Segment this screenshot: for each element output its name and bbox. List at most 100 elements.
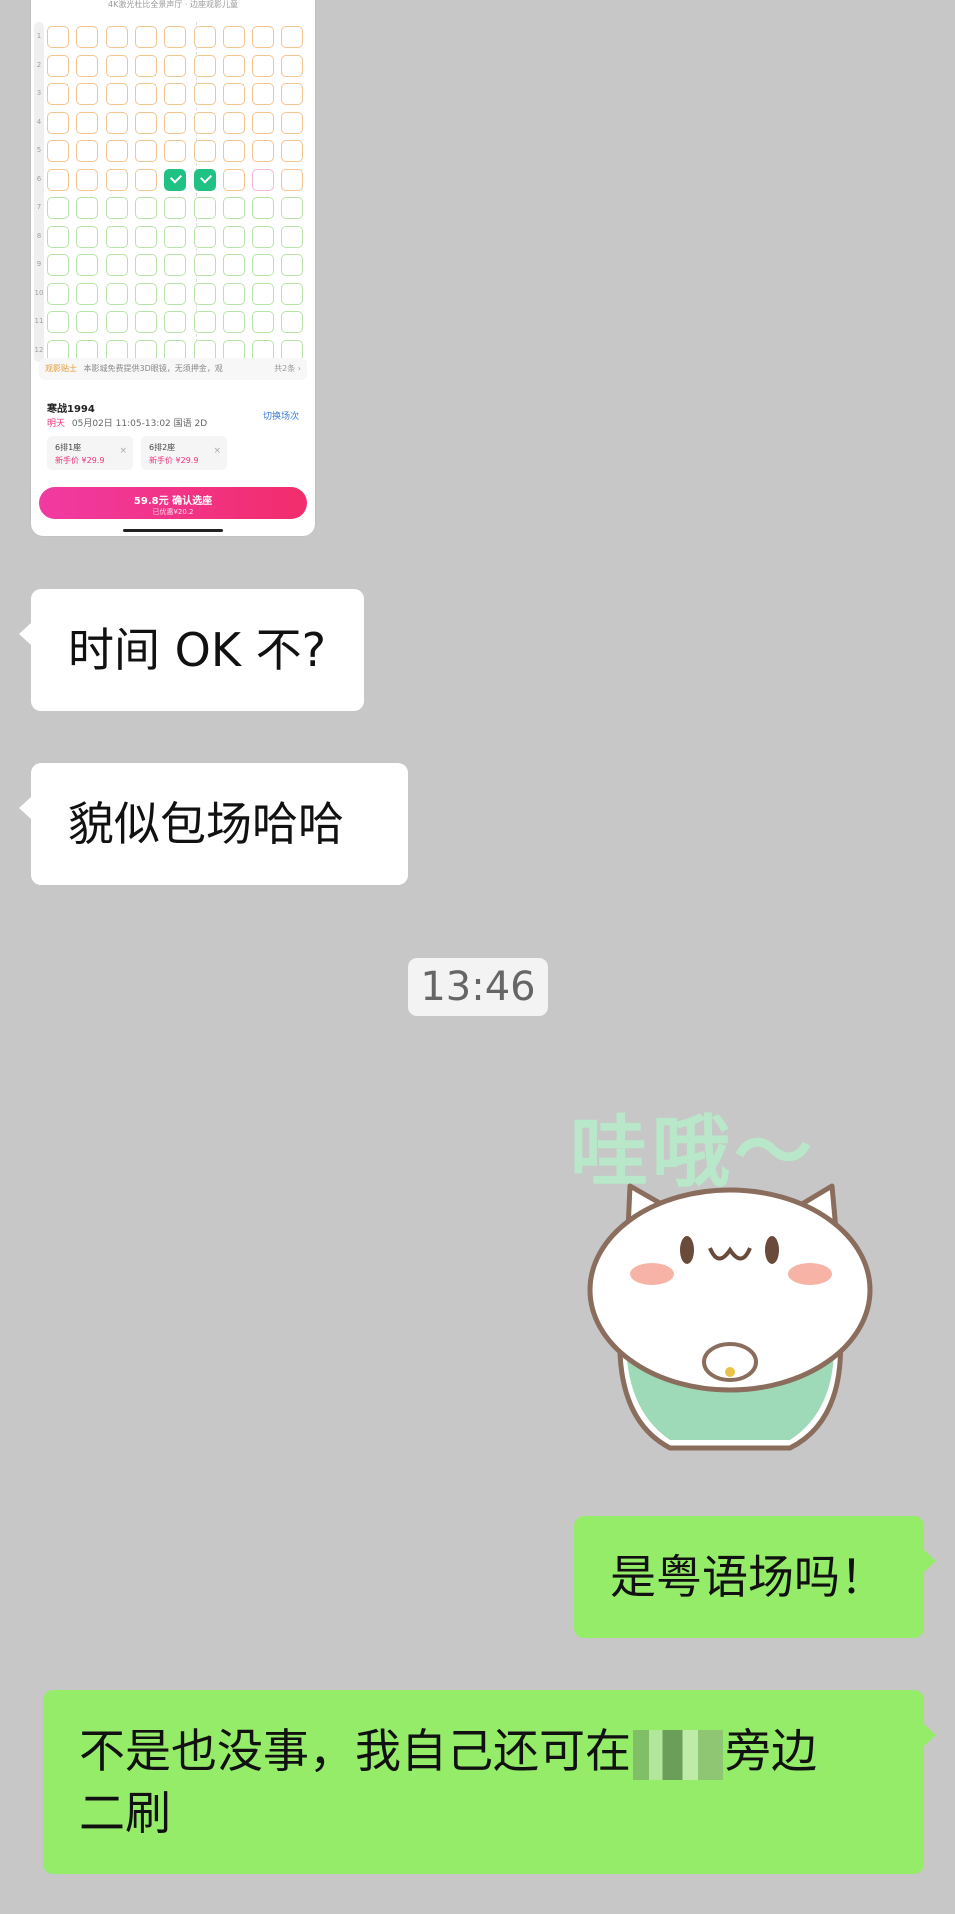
seat [252, 83, 275, 105]
row-number: 8 [36, 231, 42, 240]
seat [252, 225, 275, 248]
seat [164, 311, 187, 333]
seat [134, 168, 157, 191]
seat [252, 168, 275, 191]
seat [105, 197, 128, 219]
seat [222, 140, 245, 162]
row-number: 7 [36, 203, 42, 211]
seat [281, 197, 304, 219]
seat [164, 54, 187, 77]
seat [105, 83, 128, 105]
showtime-detail: 05月02日 11:05-13:02 国语 2D [71, 419, 208, 429]
seat [222, 282, 245, 305]
seat [281, 282, 304, 305]
seat [281, 26, 304, 48]
row-number: 11 [34, 317, 44, 325]
seat [281, 140, 304, 162]
tip-bar: 观影贴士 本影城免费提供3D眼镜，无须押金，观 共2条 › [39, 358, 307, 380]
seat [105, 282, 128, 305]
seat [222, 311, 245, 333]
row-number: 1 [36, 32, 42, 40]
seat [252, 197, 275, 219]
confirm-seat-button: 59.8元 确认选座 已优惠¥20.2 [39, 487, 307, 519]
seat [222, 111, 245, 134]
seat [47, 197, 69, 219]
message-line: 二刷 [79, 1786, 171, 1840]
seat [105, 111, 128, 134]
message-text: 时间 OK 不? [68, 623, 327, 677]
seat [222, 168, 245, 191]
seat [105, 140, 128, 162]
seat [281, 168, 304, 191]
seat [281, 225, 304, 248]
showtime: 明天 05月02日 11:05-13:02 国语 2D [47, 416, 207, 429]
seat [281, 54, 304, 77]
seat [76, 83, 99, 105]
seat [222, 26, 245, 48]
switch-showtime-link: 切换场次 [262, 412, 299, 422]
message-text: 是粤语场吗！ [610, 1550, 886, 1604]
shared-screenshot-image[interactable]: 4K激光杜比全景声厅 · 边座观影儿童 1 2 3 4 5 6 7 8 9 10 11 12 观影贴士… [31, 0, 315, 536]
seat [193, 254, 216, 276]
row-number: 4 [36, 117, 42, 126]
seat [252, 254, 275, 276]
ticket-chip: 6排1座 新手价 ¥29.9 × [47, 436, 133, 470]
ticket-chip: 6排2座 新手价 ¥29.9 × [141, 436, 227, 470]
message-bubble-incoming[interactable]: 貌似包场哈哈 [19, 763, 408, 885]
ticket-seat: 6排1座 [55, 443, 82, 452]
seat [76, 26, 99, 48]
seat [193, 54, 216, 77]
row-number: 10 [34, 288, 44, 297]
seat [76, 282, 99, 305]
seat [105, 311, 128, 333]
seat-selected [164, 168, 187, 191]
seat [76, 54, 99, 77]
seat [164, 26, 187, 48]
seat [76, 197, 99, 219]
message-text: 不是也没事，我自己还可在 [79, 1724, 631, 1778]
seat [134, 197, 157, 219]
seat [193, 311, 216, 333]
seat [281, 83, 304, 105]
seat [47, 254, 69, 276]
seat [164, 140, 187, 162]
tip-tag: 观影贴士 [45, 364, 77, 373]
seat [164, 254, 187, 276]
seat [281, 111, 304, 134]
confirm-discount: 已优惠¥20.2 [152, 508, 194, 516]
message-bubble-outgoing[interactable]: 不是也没事，我自己还可在 旁边 二刷 [43, 1690, 936, 1874]
seat [164, 111, 187, 134]
seat [164, 197, 187, 219]
seat [281, 311, 304, 333]
seat [47, 225, 69, 248]
seat [193, 282, 216, 305]
sticker-cat-wow[interactable]: 哇哦～ [560, 1090, 900, 1470]
seat [105, 254, 128, 276]
seat [164, 83, 187, 105]
seat [134, 26, 157, 48]
seat [222, 54, 245, 77]
seat [164, 282, 187, 305]
seat [105, 54, 128, 77]
message-line: 不是也没事，我自己还可在 旁边 [79, 1720, 924, 1782]
seat [193, 26, 216, 48]
ticket-seat: 6排2座 [149, 443, 176, 452]
movie-title: 寒战1994 [47, 404, 95, 415]
seat [105, 168, 128, 191]
seat [134, 254, 157, 276]
row-number: 2 [36, 60, 42, 69]
seat [193, 197, 216, 219]
showtime-day: 明天 [47, 419, 66, 429]
seat [105, 225, 128, 248]
message-bubble-outgoing[interactable]: 是粤语场吗！ [574, 1516, 936, 1638]
message-bubble-incoming[interactable]: 时间 OK 不? [19, 589, 364, 711]
seat-selected [193, 168, 216, 191]
tip-text: 本影城免费提供3D眼镜，无须押金，观 [83, 364, 223, 373]
redacted-text-block [633, 1729, 723, 1780]
seat [47, 311, 69, 333]
seat [47, 111, 69, 134]
seat [134, 282, 157, 305]
seat [47, 140, 69, 162]
row-number: 9 [36, 260, 42, 268]
ticket-remove-icon: × [119, 446, 127, 456]
